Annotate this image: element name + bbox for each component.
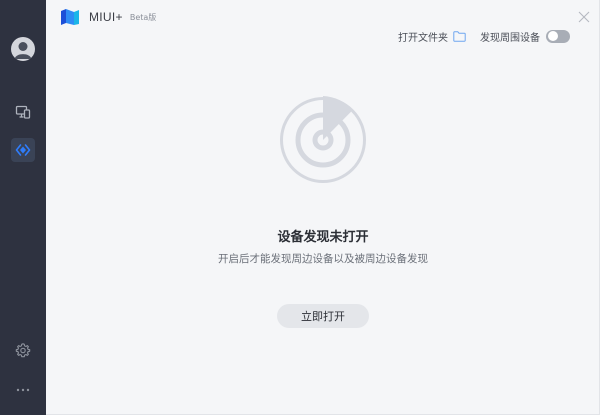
sidebar-item-settings[interactable] — [11, 338, 35, 362]
gear-icon — [15, 343, 31, 358]
toolbar: 打开文件夹 发现周围设备 — [398, 28, 570, 44]
miui-logo-icon — [61, 9, 79, 25]
app-title: MIUI+ — [89, 10, 123, 24]
open-folder-label[interactable]: 打开文件夹 — [398, 29, 448, 44]
status-description: 开启后才能发现周边设备以及被周边设备发现 — [218, 253, 428, 265]
sidebar — [0, 0, 46, 415]
status-title: 设备发现未打开 — [277, 230, 369, 245]
share-icon — [15, 144, 31, 156]
discover-devices-toggle[interactable] — [546, 29, 570, 43]
avatar[interactable] — [11, 37, 35, 61]
sidebar-item-more[interactable] — [11, 374, 35, 398]
sidebar-item-share[interactable] — [11, 138, 35, 162]
main-panel: MIUI+ Beta版 打开文件夹 发现周围设备 设备发现未打开 开启后才能发现… — [46, 0, 600, 415]
more-icon — [16, 388, 30, 392]
folder-icon[interactable] — [453, 30, 466, 42]
close-icon — [578, 11, 590, 23]
beta-badge: Beta版 — [129, 12, 157, 22]
close-button[interactable] — [578, 8, 590, 23]
devices-icon — [15, 105, 31, 119]
discover-devices-label: 发现周围设备 — [480, 32, 540, 44]
app-brand: MIUI+ Beta版 — [60, 8, 156, 26]
open-now-button[interactable]: 立即打开 — [277, 304, 369, 328]
toggle-knob — [547, 31, 558, 41]
radar-icon — [280, 96, 366, 183]
sidebar-item-devices[interactable] — [11, 100, 35, 124]
